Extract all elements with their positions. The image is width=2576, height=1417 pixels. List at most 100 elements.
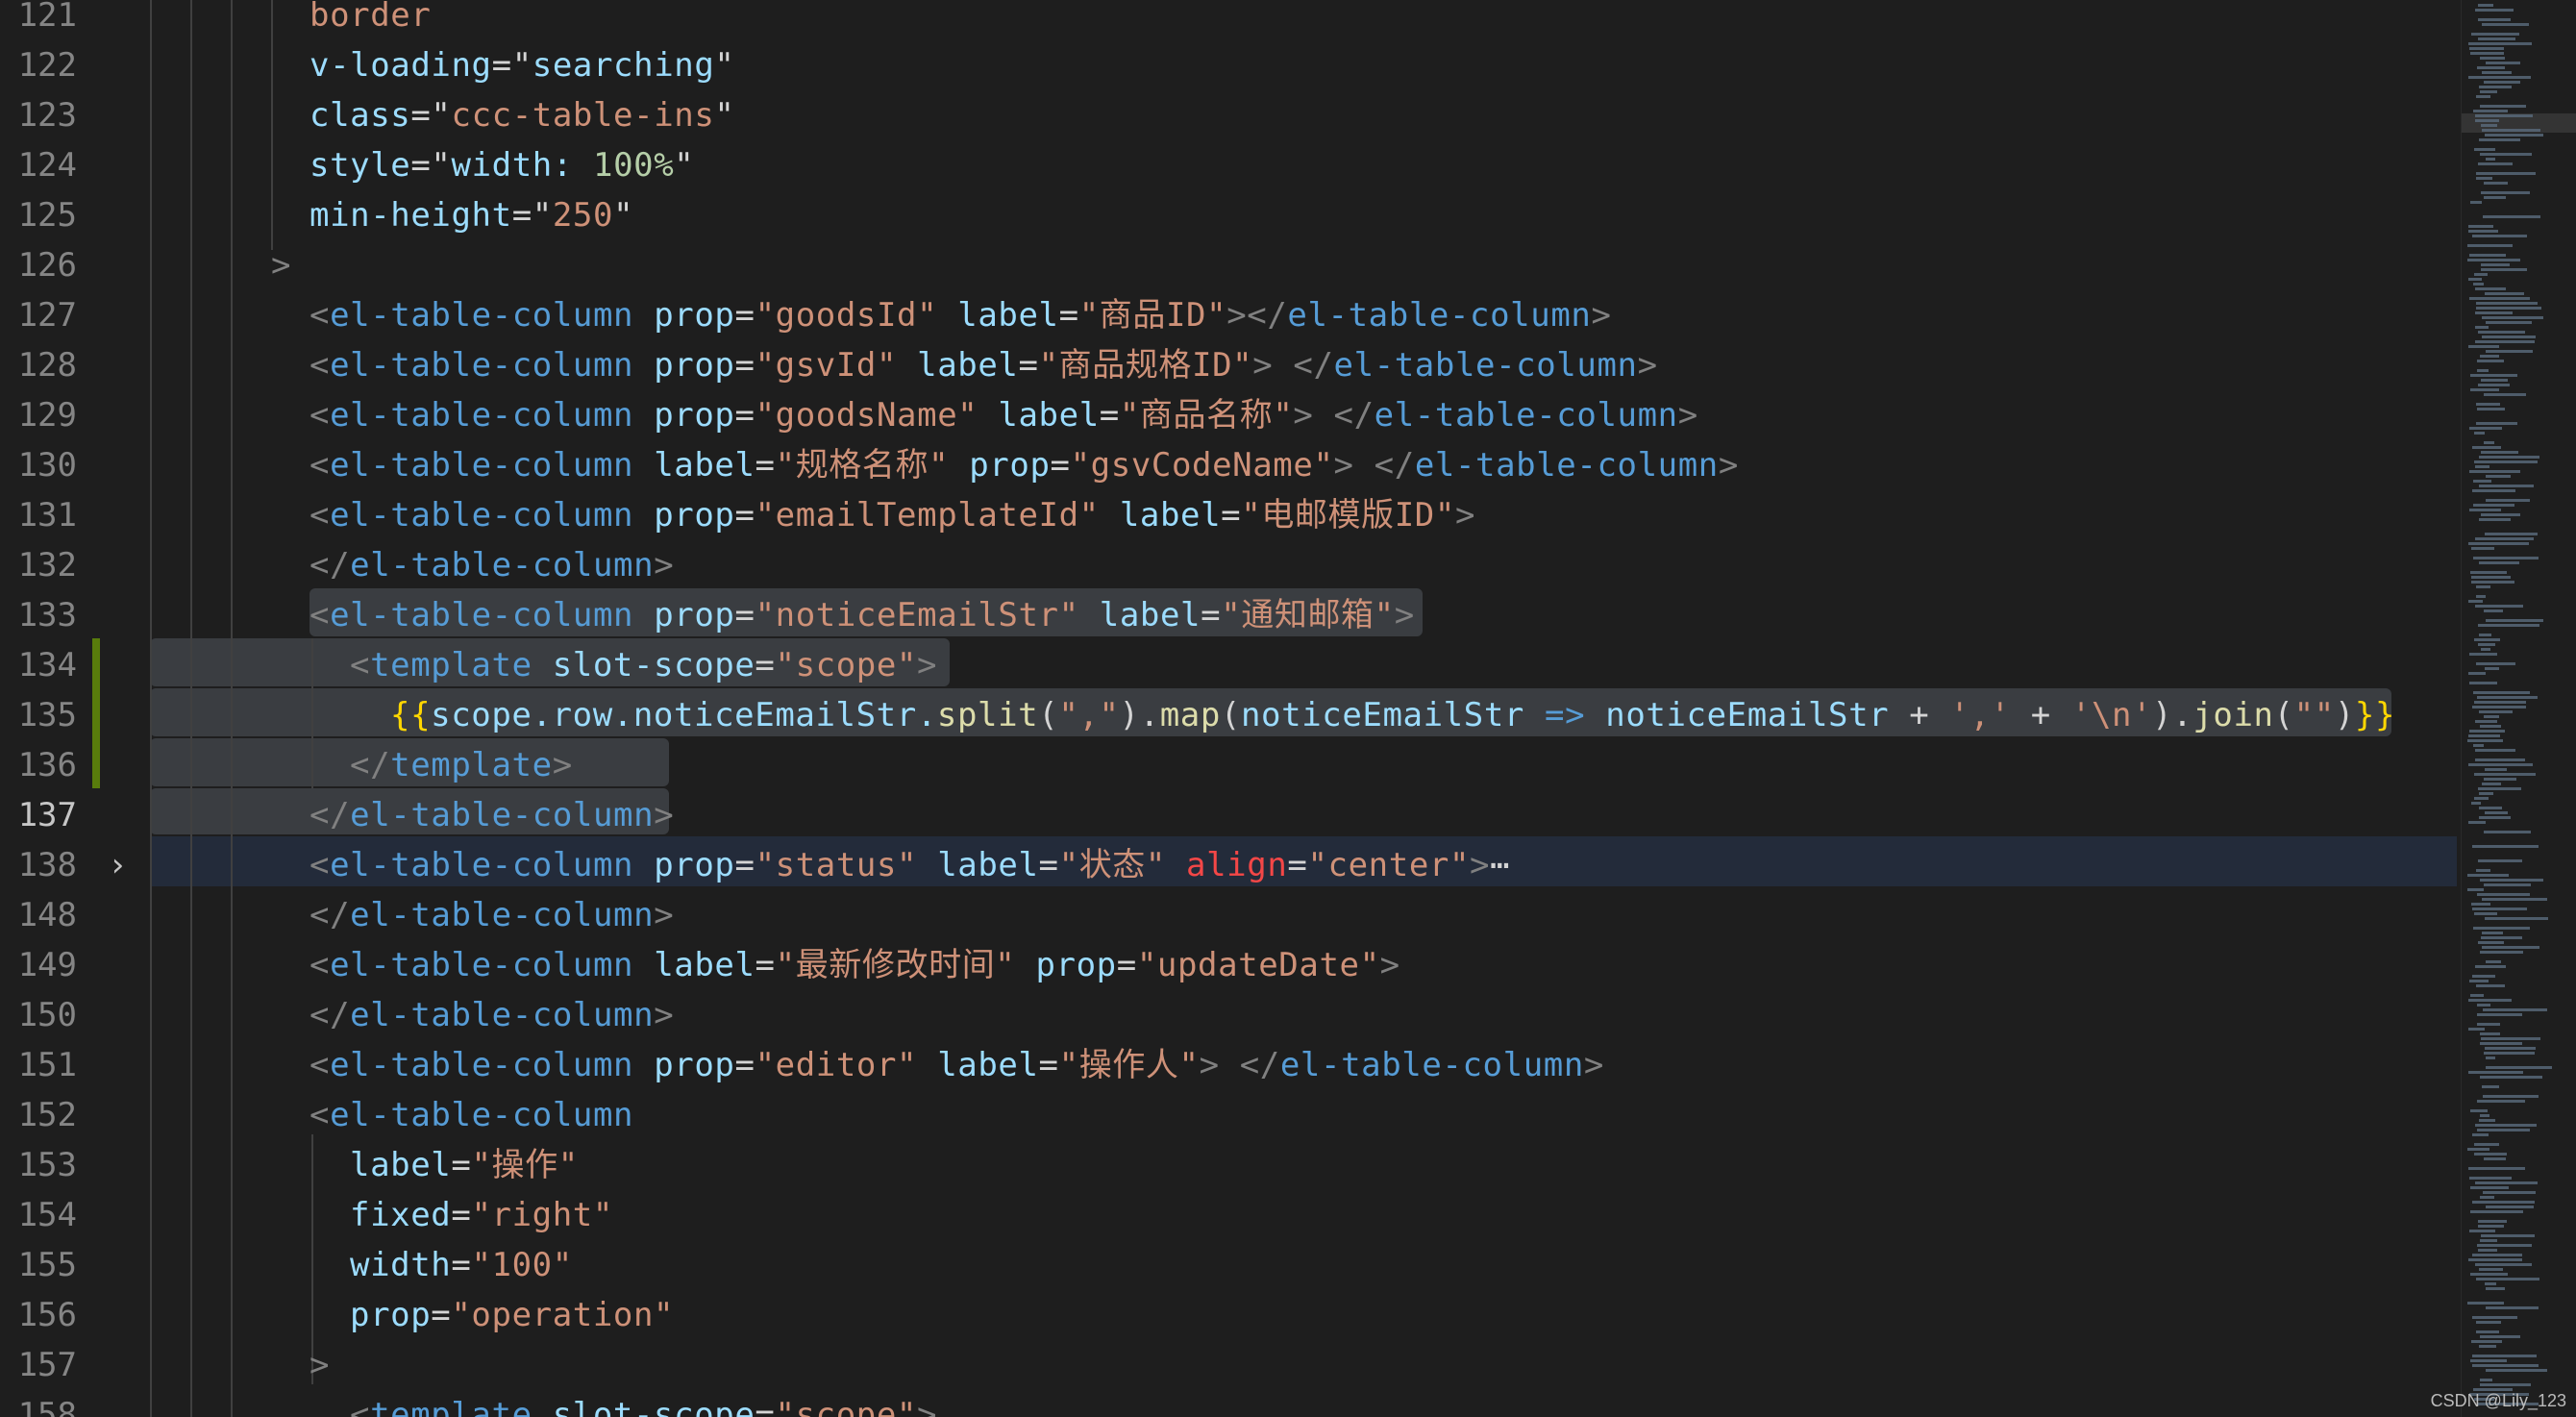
line-number: 156	[17, 1296, 77, 1334]
code-token: ></	[1226, 296, 1288, 335]
code-token: > </	[1293, 396, 1375, 435]
minimap-line	[2476, 585, 2490, 588]
minimap-line	[2486, 1066, 2552, 1069]
code-token: "100"	[471, 1246, 573, 1284]
code-text[interactable]: >	[310, 1340, 330, 1390]
code-token: prop	[350, 1296, 432, 1334]
minimap[interactable]	[2461, 0, 2576, 1417]
code-line[interactable]: 121 border	[0, 0, 2461, 40]
code-text[interactable]: <el-table-column prop="goodsId" label="商…	[310, 290, 1612, 340]
code-token: >	[654, 796, 675, 834]
code-text[interactable]: <el-table-column prop="emailTemplateId" …	[310, 490, 1475, 540]
line-number: 158	[17, 1396, 77, 1417]
code-text[interactable]: <el-table-column label="最新修改时间" prop="up…	[310, 940, 1400, 990]
code-text[interactable]: </el-table-column>	[310, 790, 674, 840]
line-number: 122	[17, 46, 77, 85]
code-line[interactable]: 157 >	[0, 1340, 2461, 1390]
code-line[interactable]: 135 {{scope.row.noticeEmailStr.split(",")…	[0, 690, 2461, 740]
code-text[interactable]: <el-table-column prop="editor" label="操作…	[310, 1040, 1604, 1090]
code-token: ""	[2293, 696, 2335, 734]
minimap-line	[2476, 662, 2515, 665]
code-token: =	[1038, 846, 1059, 884]
code-line[interactable]: 155 width="100"	[0, 1240, 2461, 1290]
code-token: el-table-column	[330, 396, 634, 435]
code-text[interactable]: </template>	[350, 740, 573, 790]
code-text[interactable]: border	[310, 0, 431, 40]
code-line[interactable]: 128 <el-table-column prop="gsvId" label="…	[0, 340, 2461, 390]
minimap-line	[2474, 273, 2488, 276]
code-text[interactable]: <el-table-column prop="goodsName" label=…	[310, 390, 1698, 440]
code-token: =	[1221, 496, 1242, 534]
minimap-line	[2480, 1042, 2522, 1045]
code-token: =	[1018, 346, 1039, 385]
code-line[interactable]: 129 <el-table-column prop="goodsName" lab…	[0, 390, 2461, 440]
code-line[interactable]: 152 <el-table-column	[0, 1090, 2461, 1140]
code-line[interactable]: 130 <el-table-column label="规格名称" prop="g…	[0, 440, 2461, 490]
code-line[interactable]: 124 style="width: 100%"	[0, 140, 2461, 190]
code-text[interactable]: fixed="right"	[350, 1190, 613, 1240]
minimap-line	[2473, 110, 2508, 112]
minimap-line	[2468, 600, 2483, 603]
minimap-line	[2475, 1263, 2532, 1266]
code-line[interactable]: 126 >	[0, 240, 2461, 290]
code-token: "operation"	[451, 1296, 675, 1334]
code-line[interactable]: 150 </el-table-column>	[0, 990, 2461, 1040]
code-line[interactable]: 137 </el-table-column>	[0, 790, 2461, 840]
code-line[interactable]: 127 <el-table-column prop="goodsId" label…	[0, 290, 2461, 340]
code-line[interactable]: 156 prop="operation"	[0, 1290, 2461, 1340]
code-line[interactable]: 136 </template>	[0, 740, 2461, 790]
code-token: "center"	[1307, 846, 1471, 884]
code-text[interactable]: min-height="250"	[310, 190, 633, 240]
code-line[interactable]: 132 </el-table-column>	[0, 540, 2461, 590]
code-token: "	[714, 46, 735, 85]
minimap-line	[2468, 345, 2499, 348]
code-line[interactable]: 138 › <el-table-column prop="status" label…	[0, 840, 2461, 890]
minimap-line	[2485, 134, 2543, 137]
code-line[interactable]: 153 label="操作"	[0, 1140, 2461, 1190]
code-text[interactable]: {{scope.row.noticeEmailStr.split(",").ma…	[390, 690, 2395, 740]
code-editor[interactable]: 121 border 122 v-loading="searching" 123 clas…	[0, 0, 2461, 1417]
code-text[interactable]: <el-table-column prop="noticeEmailStr" l…	[310, 590, 1415, 640]
minimap-line	[2476, 172, 2536, 175]
code-line[interactable]: 131 <el-table-column prop="emailTemplateI…	[0, 490, 2461, 540]
code-text[interactable]: >	[271, 240, 291, 290]
code-line[interactable]: 122 v-loading="searching"	[0, 40, 2461, 90]
code-line[interactable]: 123 class="ccc-table-ins"	[0, 90, 2461, 140]
code-text[interactable]: <template slot-scope="scope">	[350, 1390, 937, 1417]
code-token: join	[2192, 696, 2274, 734]
code-text[interactable]: <el-table-column prop="gsvId" label="商品规…	[310, 340, 1658, 390]
code-text[interactable]: </el-table-column>	[310, 990, 674, 1040]
line-number: 125	[17, 196, 77, 235]
code-token: "noticeEmailStr"	[755, 596, 1079, 634]
minimap-line	[2484, 81, 2520, 84]
code-line[interactable]: 133 <el-table-column prop="noticeEmailStr…	[0, 590, 2461, 640]
code-token: >	[310, 1346, 331, 1384]
code-text[interactable]: <el-table-column	[310, 1090, 633, 1140]
chevron-right-icon[interactable]: ›	[108, 840, 127, 890]
code-text[interactable]: v-loading="searching"	[310, 40, 735, 90]
code-text[interactable]: </el-table-column>	[310, 890, 674, 940]
code-text[interactable]: class="ccc-table-ins"	[310, 90, 735, 140]
code-text[interactable]: </el-table-column>	[310, 540, 674, 590]
code-text[interactable]: prop="operation"	[350, 1290, 674, 1340]
code-text[interactable]: <el-table-column prop="status" label="状态…	[310, 840, 1510, 890]
code-text[interactable]: <el-table-column label="规格名称" prop="gsvC…	[310, 440, 1739, 490]
code-line[interactable]: 154 fixed="right"	[0, 1190, 2461, 1240]
code-token: =	[1099, 396, 1120, 435]
code-text[interactable]: style="width: 100%"	[310, 140, 694, 190]
code-text[interactable]: <template slot-scope="scope">	[350, 640, 937, 690]
minimap-line	[2467, 259, 2520, 261]
minimap-line	[2481, 124, 2497, 127]
minimap-line	[2468, 763, 2533, 766]
minimap-line	[2468, 1258, 2522, 1261]
code-text[interactable]: label="操作"	[350, 1140, 579, 1190]
code-line[interactable]: 134 <template slot-scope="scope">	[0, 640, 2461, 690]
code-line[interactable]: 148 </el-table-column>	[0, 890, 2461, 940]
code-line[interactable]: 158 <template slot-scope="scope">	[0, 1390, 2461, 1417]
minimap-line	[2470, 1109, 2488, 1112]
code-line[interactable]: 125 min-height="250"	[0, 190, 2461, 240]
code-line[interactable]: 151 <el-table-column prop="editor" label=…	[0, 1040, 2461, 1090]
code-line[interactable]: 149 <el-table-column label="最新修改时间" prop=…	[0, 940, 2461, 990]
code-text[interactable]: width="100"	[350, 1240, 573, 1290]
code-token: }}	[2354, 696, 2396, 734]
